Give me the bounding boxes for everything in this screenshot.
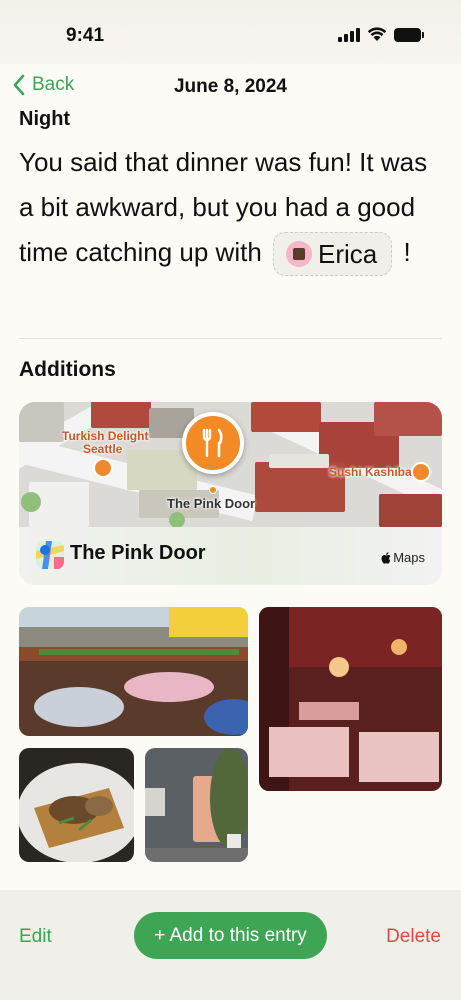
maps-brand-label: Maps (393, 550, 425, 565)
map-label-seattle: Seattle (83, 442, 123, 456)
map-preview: Turkish Delight Seattle Sushi Kashiba Th… (19, 402, 442, 527)
photo-restaurant-patio[interactable] (19, 607, 248, 736)
nav-bar: Back June 8, 2024 (0, 64, 461, 112)
battery-icon (394, 27, 424, 42)
status-icons (338, 27, 424, 42)
location-dot (209, 486, 217, 494)
map-card-footer: The Pink Door Maps (19, 527, 442, 585)
map-label-sushi-kashiba: Sushi Kashiba (329, 465, 412, 479)
status-time: 9:41 (66, 25, 105, 46)
apple-logo-icon (381, 551, 391, 564)
map-label-turkish-delight: Turkish Delight (62, 429, 149, 443)
restaurant-poi-icon[interactable] (93, 458, 113, 478)
maps-brand: Maps (381, 550, 425, 565)
delete-button[interactable]: Delete (386, 926, 441, 948)
map-label-pin: The Pink Door (167, 496, 256, 511)
mention-name: Erica (318, 238, 378, 269)
entry-text-end: ! (403, 237, 411, 267)
photo-mushroom-toast[interactable] (19, 748, 134, 862)
divider (19, 338, 442, 339)
place-name: The Pink Door (70, 542, 206, 564)
entry-text: You said that dinner was fun! It was a b… (19, 140, 439, 277)
fork-knife-icon (202, 428, 223, 458)
location-pin-icon[interactable] (182, 412, 244, 474)
section-label-additions: Additions (19, 358, 116, 381)
add-to-entry-button[interactable]: + Add to this entry (134, 912, 327, 959)
wifi-icon (367, 27, 387, 41)
maps-app-icon (36, 541, 64, 569)
map-card[interactable]: Turkish Delight Seattle Sushi Kashiba Th… (19, 402, 442, 585)
restaurant-poi-icon[interactable] (411, 462, 431, 482)
avatar (286, 241, 313, 268)
bottom-toolbar: Edit + Add to this entry Delete (0, 890, 461, 1000)
photo-restaurant-interior[interactable] (259, 607, 442, 791)
page-title: June 8, 2024 (173, 76, 288, 97)
edit-button[interactable]: Edit (19, 926, 52, 948)
cellular-signal-icon (338, 27, 360, 42)
photo-pink-door[interactable] (145, 748, 248, 862)
status-bar: 9:41 (0, 0, 461, 64)
section-label-night: Night (19, 108, 71, 130)
person-mention-chip[interactable]: Erica (273, 232, 393, 277)
